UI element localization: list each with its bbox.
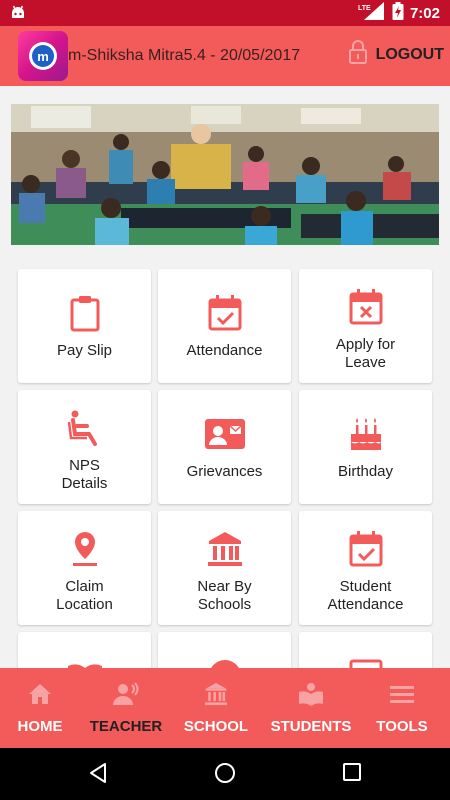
nav-label: HOME xyxy=(17,718,63,735)
battery-icon xyxy=(392,1,404,25)
book-icon xyxy=(67,664,102,668)
birthday-tile[interactable]: Birthday xyxy=(299,390,432,504)
android-icon xyxy=(10,5,26,24)
nav-label: TEACHER xyxy=(89,718,163,735)
document-icon xyxy=(349,659,382,668)
tile-label: Student Attendance xyxy=(327,578,404,613)
tile-label: Attendance xyxy=(186,342,263,359)
nav-tools[interactable]: TOOLS xyxy=(360,668,444,748)
app-logo: m xyxy=(18,31,68,81)
logout-button[interactable]: LOGOUT xyxy=(348,40,444,69)
classroom-photo xyxy=(11,104,439,245)
recents-icon[interactable] xyxy=(342,762,362,787)
clock: 7:02 xyxy=(409,4,440,22)
teacher-icon xyxy=(112,681,140,707)
lock-icon xyxy=(348,40,368,69)
home-icon xyxy=(28,681,52,707)
bottom-nav: HOME TEACHER SCHOOL STUDENTS TOOLS xyxy=(0,668,450,748)
network-label: LTE xyxy=(358,5,371,12)
tile-label: Birthday xyxy=(337,463,394,480)
nav-students[interactable]: STUDENTS xyxy=(266,668,356,748)
tile-label: Claim Location xyxy=(56,578,113,613)
tile-label: Pay Slip xyxy=(56,342,113,359)
nav-label: TOOLS xyxy=(376,718,428,735)
near-by-schools-tile[interactable]: Near By Schools xyxy=(158,511,291,625)
attendance-tile[interactable]: Attendance xyxy=(158,269,291,383)
nps-details-tile[interactable]: NPS Details xyxy=(18,390,151,504)
tile-label: NPS Details xyxy=(61,457,108,492)
logo-letter: m xyxy=(32,45,54,67)
back-icon[interactable] xyxy=(88,762,108,789)
nav-label: SCHOOL xyxy=(183,718,249,735)
tile-label: Grievances xyxy=(186,463,263,480)
pay-slip-tile[interactable]: Pay Slip xyxy=(18,269,151,383)
logout-label: LOGOUT xyxy=(375,45,444,63)
system-nav-bar xyxy=(0,748,450,800)
tile-label: Apply for Leave xyxy=(335,336,396,371)
claim-location-tile[interactable]: Claim Location xyxy=(18,511,151,625)
grievances-tile[interactable]: Grievances xyxy=(158,390,291,504)
app-title: m-Shiksha Mitra5.4 - 20/05/2017 xyxy=(68,47,301,64)
badge-icon xyxy=(210,660,239,668)
nav-home[interactable]: HOME xyxy=(0,668,80,748)
partial-tile-1[interactable] xyxy=(18,632,151,668)
nav-label: STUDENTS xyxy=(270,718,352,735)
feature-grid: Pay Slip Attendance Apply for Leave NPS … xyxy=(0,260,450,668)
apply-for-leave-tile[interactable]: Apply for Leave xyxy=(299,269,432,383)
student-attendance-tile[interactable]: Student Attendance xyxy=(299,511,432,625)
app-bar: m m-Shiksha Mitra5.4 - 20/05/2017 LOGOUT xyxy=(0,26,450,86)
partial-tile-3[interactable] xyxy=(299,632,432,668)
bank-icon xyxy=(203,681,229,707)
nav-school[interactable]: SCHOOL xyxy=(172,668,260,748)
reader-icon xyxy=(298,681,324,707)
tile-label: Near By Schools xyxy=(197,578,252,613)
partial-tile-2[interactable] xyxy=(158,632,291,668)
nav-teacher[interactable]: TEACHER xyxy=(80,668,172,748)
home-circle-icon[interactable] xyxy=(214,762,236,789)
signal-icon: LTE xyxy=(358,1,386,25)
status-bar: LTE 7:02 xyxy=(0,0,450,26)
menu-icon xyxy=(390,681,414,707)
